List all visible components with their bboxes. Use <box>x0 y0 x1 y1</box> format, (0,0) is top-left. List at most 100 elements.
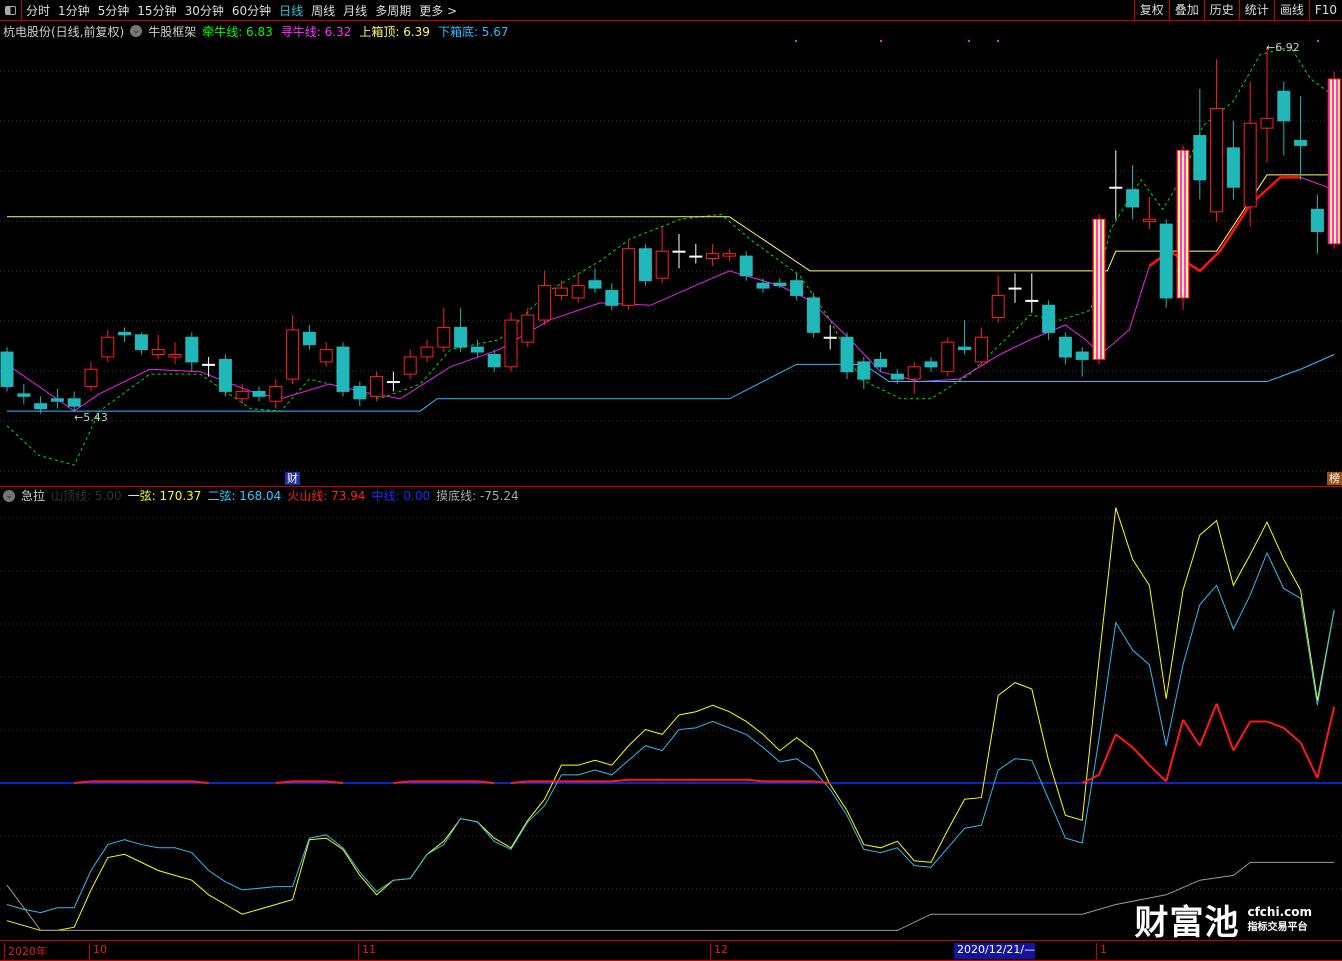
candle <box>1109 186 1123 189</box>
candle <box>151 349 165 355</box>
signal-dot <box>795 40 797 42</box>
oscillator-chart[interactable] <box>0 504 1342 940</box>
candle <box>554 287 568 296</box>
indicator-dropdown-icon[interactable]: ⌄ <box>130 25 143 37</box>
period-tab[interactable]: 60分钟 <box>228 2 275 19</box>
sub-indicator-name[interactable]: 急拉 <box>21 487 45 504</box>
series-二弦 <box>6 551 1335 914</box>
signal-dot <box>968 40 970 42</box>
period-tab[interactable]: 周线 <box>307 2 339 19</box>
candle <box>840 336 854 373</box>
period-tab[interactable]: 5分钟 <box>94 2 134 19</box>
line-寻牛线 <box>6 176 1335 412</box>
candle <box>470 346 484 353</box>
sub-chart-legend: ⌄ 急拉 山顶线: 5.00 一弦: 170.37 二弦: 168.04 火山线: 7… <box>0 486 1342 504</box>
volcano-segment <box>1165 719 1184 782</box>
candle <box>538 285 552 321</box>
legend-item: 二弦: 168.04 <box>207 489 282 503</box>
candle <box>958 346 972 351</box>
axis-label: 2020年 <box>4 943 47 959</box>
highlight-candle <box>1092 218 1106 360</box>
candle <box>1075 351 1089 360</box>
candle <box>1226 147 1240 188</box>
legend-item: 下箱底: 5.67 <box>437 24 509 39</box>
candle <box>1142 218 1156 223</box>
volcano-segment <box>1299 742 1319 779</box>
volcano-segment <box>1198 703 1218 747</box>
legend-item: 寻牛线: 6.32 <box>280 24 352 39</box>
candle <box>924 361 938 368</box>
candle <box>991 294 1005 319</box>
candle <box>437 326 451 348</box>
period-tab[interactable]: 分时 <box>22 2 54 19</box>
stock-title: 杭电股份(日线,前复权) <box>3 24 125 39</box>
period-tab[interactable]: 1分钟 <box>54 2 94 19</box>
period-toolbar: 分时 1分钟 5分钟 15分钟 30分钟 60分钟 日线 周线 月线 多周期 更多 > 复权 叠加 历史… <box>0 0 1342 21</box>
volcano-segment <box>746 778 764 783</box>
rank-tag[interactable]: 榜 <box>1327 472 1342 485</box>
toolbar-button[interactable]: 统计 <box>1238 0 1274 21</box>
period-tab[interactable]: 月线 <box>339 2 371 19</box>
panel-toggle-button[interactable] <box>0 0 22 21</box>
candlestick-chart[interactable]: ←6.92 ←5.43 <box>0 40 1342 486</box>
toolbar-button[interactable]: 历史 <box>1203 0 1239 21</box>
period-tab[interactable]: 30分钟 <box>181 2 228 19</box>
period-tab[interactable]: 日线 <box>275 2 307 19</box>
signal-dot <box>1317 40 1319 42</box>
candle <box>790 280 804 296</box>
main-chart-legend: 杭电股份(日线,前复权) ⌄ 牛股框架 牵牛线: 6.83 寻牛线: 6.32 上箱… <box>0 22 509 40</box>
candle <box>722 253 736 257</box>
period-tab[interactable]: 15分钟 <box>133 2 180 19</box>
candle <box>1310 208 1324 232</box>
sidebar-toggle-icon <box>5 5 16 15</box>
candle <box>504 319 518 368</box>
candle <box>622 248 636 306</box>
toolbar-button[interactable]: 复权 <box>1133 0 1169 21</box>
candle <box>974 336 988 363</box>
candle <box>252 390 266 397</box>
volcano-segment <box>1215 703 1235 751</box>
legend-item: 摸底线: -75.24 <box>436 489 519 503</box>
candle <box>521 314 535 343</box>
period-tab[interactable]: 更多 > <box>415 2 461 19</box>
candle <box>454 326 468 348</box>
candle <box>806 297 820 333</box>
line-牵牛线 <box>6 46 1335 466</box>
candle <box>672 250 686 253</box>
toolbar-button[interactable]: F10 <box>1308 0 1342 21</box>
candle <box>1243 122 1257 208</box>
candle <box>571 285 585 299</box>
axis-label: 10 <box>89 943 107 959</box>
high-price-label: ←6.92 <box>1266 41 1300 54</box>
signal-dot <box>997 40 999 42</box>
candle <box>420 346 434 358</box>
candle <box>1277 90 1291 122</box>
candle <box>185 336 199 363</box>
toolbar-button[interactable]: 画线 <box>1273 0 1309 21</box>
candle <box>1260 117 1274 129</box>
candle <box>319 349 333 363</box>
volcano-segment <box>1316 706 1336 779</box>
candle <box>50 398 64 402</box>
candle <box>857 361 871 380</box>
candle <box>168 354 182 358</box>
legend-item: 山顶线: 5.00 <box>51 489 122 503</box>
candle <box>638 248 652 282</box>
candle <box>655 250 669 279</box>
highlight-candle <box>1176 149 1190 299</box>
candle <box>1294 139 1308 146</box>
candle <box>1126 189 1140 208</box>
toolbar-button[interactable]: 叠加 <box>1168 0 1204 21</box>
candle <box>1058 336 1072 358</box>
indicator-dropdown-icon[interactable]: ⌄ <box>3 489 15 502</box>
axis-label: 11 <box>358 943 376 959</box>
period-tab[interactable]: 多周期 <box>371 2 415 19</box>
candle <box>588 280 602 289</box>
candle <box>487 354 501 368</box>
signal-dot <box>880 40 882 42</box>
volcano-segment <box>611 778 629 783</box>
indicator-name[interactable]: 牛股框架 <box>148 23 196 40</box>
legend-item: 上箱顶: 6.39 <box>359 24 430 39</box>
candle <box>739 255 753 277</box>
news-tag[interactable]: 财 <box>285 472 300 485</box>
